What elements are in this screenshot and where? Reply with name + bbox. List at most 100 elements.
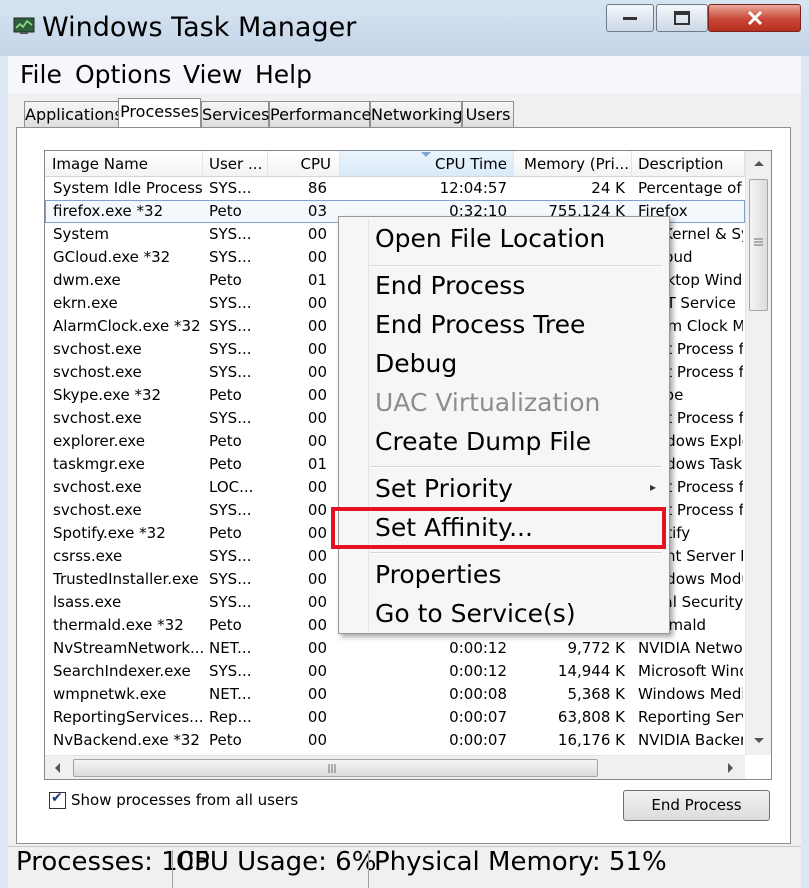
cell-description: Percentage of time the processor is idle bbox=[638, 179, 743, 197]
checkmark-icon: ✔ bbox=[51, 790, 63, 806]
menu-item-debug[interactable]: Debug bbox=[375, 349, 457, 378]
column-header-user[interactable]: User ... bbox=[203, 151, 268, 177]
table-row[interactable]: System Idle Process SYS... 86 12:04:57 24 K P… bbox=[45, 177, 745, 200]
cell-user: Peto bbox=[209, 616, 242, 634]
cell-cpu-time: 0:00:12 bbox=[449, 639, 507, 657]
maximize-button[interactable] bbox=[656, 4, 708, 32]
cell-image-name: System Idle Process bbox=[53, 179, 203, 197]
menu-item-go-to-services[interactable]: Go to Service(s) bbox=[375, 599, 576, 628]
cell-cpu: 86 bbox=[307, 179, 327, 197]
cell-cpu: 00 bbox=[307, 547, 327, 565]
cell-image-name: NvStreamNetwork... bbox=[53, 639, 203, 657]
cell-user: SYS... bbox=[209, 179, 252, 197]
cell-cpu: 00 bbox=[307, 340, 327, 358]
cell-cpu: 00 bbox=[307, 248, 327, 266]
table-row[interactable]: wmpnetwk.exe NET... 00 0:00:08 5,368 K Window… bbox=[45, 683, 745, 706]
cell-user: SYS... bbox=[209, 340, 252, 358]
menu-view[interactable]: View bbox=[179, 56, 246, 94]
cell-user: SYS... bbox=[209, 363, 252, 381]
cell-user: SYS... bbox=[209, 409, 252, 427]
cell-user: Peto bbox=[209, 455, 242, 473]
table-row[interactable]: NvBackend.exe *32 Peto 00 0:00:07 16,176 K NV… bbox=[45, 729, 745, 752]
menu-item-create-dump-file[interactable]: Create Dump File bbox=[375, 427, 591, 456]
cell-image-name: explorer.exe bbox=[53, 432, 145, 450]
sort-descending-icon bbox=[421, 152, 431, 157]
cell-cpu: 00 bbox=[307, 409, 327, 427]
cell-image-name: wmpnetwk.exe bbox=[53, 685, 167, 703]
show-all-users-label[interactable]: Show processes from all users bbox=[71, 791, 298, 809]
submenu-arrow-icon: ▸ bbox=[650, 480, 657, 494]
cell-user: SYS... bbox=[209, 225, 252, 243]
minimize-button[interactable] bbox=[606, 4, 654, 32]
cell-user: Peto bbox=[209, 202, 242, 220]
tab-performance[interactable]: Performance bbox=[269, 101, 371, 127]
scroll-right-arrow-icon[interactable] bbox=[727, 762, 735, 774]
column-header-cpu-time[interactable]: CPU Time bbox=[340, 151, 514, 177]
cell-cpu-time: 0:00:08 bbox=[449, 685, 507, 703]
table-row[interactable]: NvStreamNetwork... NET... 00 0:00:12 9,772 K… bbox=[45, 637, 745, 660]
cell-memory: 63,808 K bbox=[557, 708, 625, 726]
vertical-scrollbar[interactable] bbox=[745, 151, 771, 755]
menu-options[interactable]: Options bbox=[71, 56, 175, 94]
cell-image-name: System bbox=[53, 225, 109, 243]
title-bar[interactable]: Windows Task Manager bbox=[0, 0, 809, 56]
cell-image-name: svchost.exe bbox=[53, 363, 142, 381]
cell-user: Peto bbox=[209, 731, 242, 749]
cell-description: NVIDIA Network Service bbox=[638, 639, 743, 657]
vertical-scroll-thumb[interactable] bbox=[749, 179, 768, 311]
cell-user: SYS... bbox=[209, 662, 252, 680]
cell-cpu: 00 bbox=[307, 363, 327, 381]
close-button[interactable] bbox=[708, 4, 801, 32]
cell-cpu: 00 bbox=[307, 593, 327, 611]
cell-user: SYS... bbox=[209, 593, 252, 611]
menu-separator bbox=[370, 466, 662, 468]
menu-item-end-process-tree[interactable]: End Process Tree bbox=[375, 310, 585, 339]
horizontal-scrollbar[interactable] bbox=[45, 755, 745, 779]
cell-cpu-time: 0:00:12 bbox=[449, 662, 507, 680]
scroll-left-arrow-icon[interactable] bbox=[53, 762, 61, 774]
menu-item-set-priority[interactable]: Set Priority bbox=[375, 474, 513, 503]
cell-cpu: 00 bbox=[307, 662, 327, 680]
cell-memory: 5,368 K bbox=[567, 685, 625, 703]
task-manager-app-icon bbox=[13, 17, 35, 35]
cell-user: SYS... bbox=[209, 248, 252, 266]
cell-image-name: lsass.exe bbox=[53, 593, 122, 611]
cell-image-name: csrss.exe bbox=[53, 547, 123, 565]
cell-description: NVIDIA Backend bbox=[638, 731, 743, 749]
cell-cpu: 00 bbox=[307, 639, 327, 657]
menu-item-end-process[interactable]: End Process bbox=[375, 271, 525, 300]
menu-help[interactable]: Help bbox=[251, 56, 316, 94]
menu-item-open-file-location[interactable]: Open File Location bbox=[375, 224, 605, 253]
status-physical-memory: Physical Memory: 51% bbox=[374, 847, 667, 877]
cell-image-name: TrustedInstaller.exe bbox=[53, 570, 199, 588]
column-header-memory[interactable]: Memory (Pri... bbox=[514, 151, 632, 177]
table-row[interactable]: SearchIndexer.exe SYS... 00 0:00:12 14,944 K… bbox=[45, 660, 745, 683]
tab-processes[interactable]: Processes bbox=[118, 98, 201, 129]
grip-icon bbox=[754, 238, 763, 246]
table-row[interactable]: ReportingServices... Rep... 00 0:00:07 63,80… bbox=[45, 706, 745, 729]
cell-cpu: 00 bbox=[307, 731, 327, 749]
cell-image-name: AlarmClock.exe *32 bbox=[53, 317, 201, 335]
tab-applications[interactable]: Applications bbox=[24, 101, 123, 127]
cell-user: NET... bbox=[209, 639, 252, 657]
menu-item-properties[interactable]: Properties bbox=[375, 560, 501, 589]
tab-networking[interactable]: Networking bbox=[370, 101, 463, 127]
menu-file[interactable]: File bbox=[16, 56, 66, 94]
cell-cpu-time: 12:04:57 bbox=[439, 179, 507, 197]
column-header-cpu[interactable]: CPU bbox=[268, 151, 340, 177]
menu-separator bbox=[370, 552, 662, 554]
horizontal-scroll-thumb[interactable] bbox=[73, 759, 598, 777]
cell-user: SYS... bbox=[209, 570, 252, 588]
column-header-description[interactable]: Description bbox=[632, 151, 745, 177]
end-process-button[interactable]: End Process bbox=[623, 790, 770, 821]
show-all-users-checkbox[interactable]: ✔ bbox=[49, 790, 66, 809]
tab-services[interactable]: Services bbox=[201, 101, 269, 127]
cell-user: LOC... bbox=[209, 478, 254, 496]
tab-users[interactable]: Users bbox=[462, 101, 514, 127]
cell-image-name: thermald.exe *32 bbox=[53, 616, 184, 634]
scroll-down-arrow-icon[interactable] bbox=[753, 737, 765, 745]
scroll-up-arrow-icon[interactable] bbox=[753, 159, 765, 167]
column-header-image-name[interactable]: Image Name bbox=[45, 151, 203, 177]
status-cpu-usage: CPU Usage: 6% bbox=[176, 847, 377, 877]
menu-separator bbox=[370, 265, 662, 267]
